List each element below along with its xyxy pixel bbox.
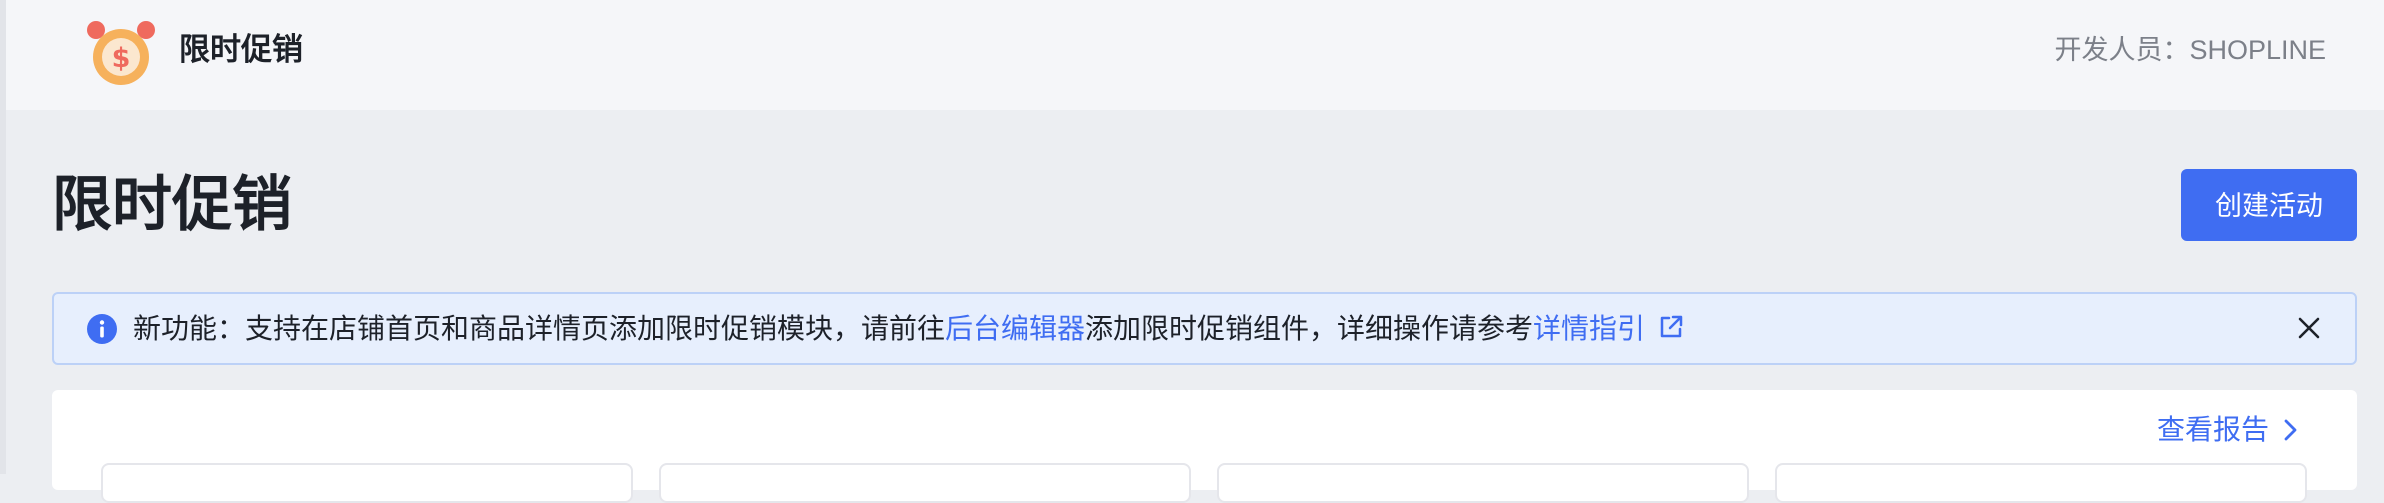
view-report-label: 查看报告 bbox=[2156, 414, 2269, 445]
backend-editor-link[interactable]: 后台编辑器 bbox=[945, 313, 1085, 344]
page-title: 限时促销 bbox=[52, 171, 292, 238]
notice-text-part-1: 新功能：支持在店铺首页和商品详情页添加限时促销模块，请前往 bbox=[133, 313, 946, 344]
view-report-link[interactable]: 查看报告 bbox=[2157, 408, 2301, 452]
close-icon[interactable] bbox=[2296, 315, 2322, 341]
stat-card bbox=[101, 463, 633, 503]
app-name: 限时促销 bbox=[179, 32, 303, 67]
alarm-clock-coin-icon: $ bbox=[87, 21, 155, 85]
create-activity-button[interactable]: 创建活动 bbox=[2181, 169, 2357, 241]
chevron-right-icon bbox=[2284, 419, 2297, 441]
external-link-icon bbox=[1660, 315, 1683, 338]
stat-card bbox=[1775, 463, 2307, 503]
app-header: $ 限时促销 开发人员：SHOPLINE bbox=[6, 0, 2384, 110]
guide-link-label: 详情指引 bbox=[1533, 313, 1646, 344]
new-feature-notice: 新功能：支持在店铺首页和商品详情页添加限时促销模块，请前往后台编辑器添加限时促销… bbox=[52, 292, 2357, 365]
overview-card: 查看报告 bbox=[52, 390, 2357, 503]
notice-message: 新功能：支持在店铺首页和商品详情页添加限时促销模块，请前往后台编辑器添加限时促销… bbox=[133, 294, 1685, 363]
notice-text-part-2: 添加限时促销组件，详细操作请参考 bbox=[1085, 313, 1534, 344]
stat-card bbox=[1217, 463, 1749, 503]
guide-link[interactable]: 详情指引 bbox=[1533, 313, 1685, 344]
stat-card bbox=[659, 463, 1191, 503]
svg-text:$: $ bbox=[112, 43, 131, 74]
info-icon bbox=[87, 314, 117, 344]
developer-label: 开发人员：SHOPLINE bbox=[2054, 35, 2326, 65]
